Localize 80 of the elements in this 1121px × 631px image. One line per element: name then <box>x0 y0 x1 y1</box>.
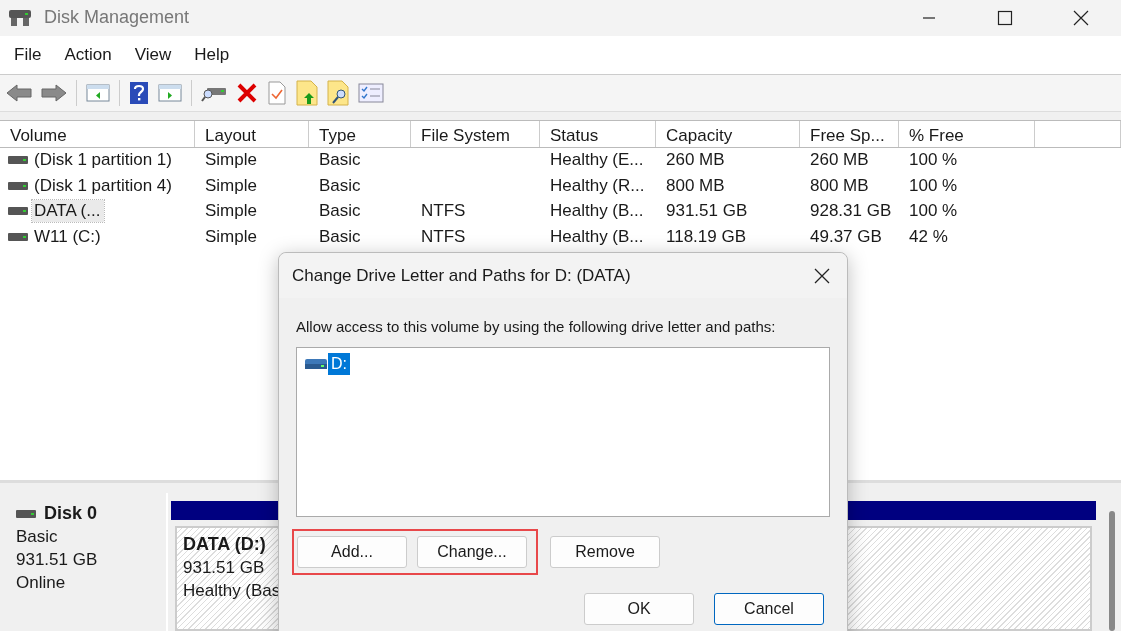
table-cell-text: Basic <box>318 150 362 171</box>
path-list[interactable]: D: <box>296 347 830 517</box>
table-cell-text: 931.51 GB <box>665 201 749 222</box>
volume-name[interactable]: (Disk 1 partition 1) <box>32 149 176 172</box>
folder-search-icon[interactable] <box>327 79 349 106</box>
column-header[interactable]: Status <box>540 120 656 147</box>
dialog-button[interactable]: Remove <box>550 536 660 568</box>
dialog-button[interactable]: Change... <box>417 536 527 568</box>
drive-icon <box>8 181 28 190</box>
table-cell-text: Simple <box>204 150 258 171</box>
column-header[interactable]: File System <box>411 120 540 147</box>
folder-up-icon[interactable] <box>296 79 318 106</box>
column-header[interactable]: Capacity <box>656 120 800 147</box>
column-header[interactable]: % Free <box>899 120 1035 147</box>
help-icon[interactable] <box>129 80 149 105</box>
disk-size: 931.51 GB <box>16 550 99 570</box>
column-header[interactable]: Free Sp... <box>800 120 899 147</box>
table-cell-text: Simple <box>204 175 258 196</box>
cancel-button[interactable]: Cancel <box>714 593 824 625</box>
table-cell-text: 800 MB <box>665 175 726 196</box>
back-arrow-icon[interactable] <box>6 82 32 103</box>
volume-name[interactable]: (Disk 1 partition 4) <box>32 174 176 197</box>
dialog-description: Allow access to this volume by using the following drive letter and paths: <box>296 318 777 335</box>
table-cell-text: 100 % <box>908 175 959 196</box>
table-cell-text: Healthy (B... <box>549 226 645 247</box>
checklist-icon[interactable] <box>358 82 384 103</box>
pane-left-icon[interactable] <box>86 82 110 103</box>
table-cell-text: Healthy (B... <box>549 201 645 222</box>
scrollbar-thumb[interactable] <box>1109 511 1115 631</box>
drive-icon <box>8 156 28 165</box>
table-cell-text: Simple <box>204 226 258 247</box>
drive-icon <box>16 509 36 518</box>
partition-name: DATA (D:) <box>183 534 266 555</box>
table-cell-text: 260 MB <box>665 150 726 171</box>
checked-document-icon[interactable] <box>267 80 287 105</box>
menu-item[interactable]: Action <box>64 44 112 65</box>
table-cell-text: 49.37 GB <box>809 226 883 247</box>
table-cell-text: Simple <box>204 201 258 222</box>
table-cell-text: 118.19 GB <box>665 226 748 247</box>
forward-arrow-icon[interactable] <box>41 82 67 103</box>
drive-icon <box>305 358 327 370</box>
table-cell-text: Healthy (R... <box>549 175 646 196</box>
menu-item[interactable]: File <box>14 44 42 65</box>
delete-icon[interactable] <box>236 81 258 104</box>
column-header[interactable]: Layout <box>195 120 309 147</box>
table-cell-text: 42 % <box>908 226 949 247</box>
dialog-title: Change Drive Letter and Paths for D: (DATA) <box>292 265 631 286</box>
ok-button[interactable]: OK <box>584 593 694 625</box>
table-cell-text: 100 % <box>908 201 959 222</box>
disk-type: Basic <box>16 527 59 547</box>
table-cell-text: Basic <box>318 201 362 222</box>
window-title: Disk Management <box>44 7 190 29</box>
table-cell-text: Basic <box>318 175 362 196</box>
partition-status: Healthy (Bas <box>183 581 281 601</box>
volume-name[interactable]: DATA (... <box>32 200 105 223</box>
drive-icon <box>8 207 28 216</box>
column-header[interactable]: Volume <box>0 120 195 147</box>
menu-item[interactable]: Help <box>194 44 230 65</box>
close-icon[interactable] <box>814 267 830 284</box>
disk-status: Online <box>16 573 67 593</box>
partition-size: 931.51 GB <box>183 558 265 578</box>
menu-item[interactable]: View <box>134 44 172 65</box>
pane-right-icon[interactable] <box>158 82 182 103</box>
table-cell-text: 100 % <box>908 150 959 171</box>
close-icon[interactable] <box>1073 9 1089 26</box>
table-cell-text: Basic <box>318 226 362 247</box>
table-cell-text: 260 MB <box>809 150 870 171</box>
dialog-button[interactable]: Add... <box>297 536 407 568</box>
table-cell-text: Healthy (E... <box>549 150 645 171</box>
disk-drive-icon <box>8 7 32 28</box>
disk-name: Disk 0 <box>44 503 98 524</box>
table-cell-text: NTFS <box>420 201 467 222</box>
table-cell-text: 800 MB <box>809 175 870 196</box>
table-cell-text: 928.31 GB <box>809 201 893 222</box>
drive-icon <box>8 232 28 241</box>
table-cell-text: NTFS <box>420 226 467 247</box>
maximize-icon[interactable] <box>997 9 1013 26</box>
column-header[interactable]: Type <box>309 120 411 147</box>
volume-name[interactable]: W11 (C:) <box>32 225 105 248</box>
path-item[interactable]: D: <box>328 353 350 375</box>
